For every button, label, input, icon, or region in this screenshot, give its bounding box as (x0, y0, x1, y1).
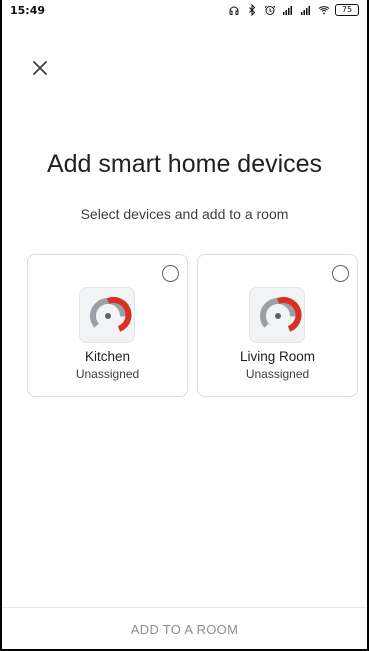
status-icons: 75 (227, 3, 359, 17)
device-card-kitchen[interactable]: Kitchen Unassigned (27, 254, 188, 397)
signal-icon-2 (299, 3, 313, 17)
status-time: 15:49 (10, 4, 46, 17)
device-status: Unassigned (75, 367, 140, 381)
device-status: Unassigned (245, 367, 310, 381)
battery-indicator: 75 (335, 4, 359, 16)
bluetooth-icon (245, 3, 259, 17)
page-title: Add smart home devices (46, 150, 323, 178)
thermostat-icon (250, 288, 304, 342)
device-icon (249, 287, 305, 343)
screen: 15:49 75 Add smart home devices Select d… (0, 0, 369, 651)
alarm-icon (263, 3, 277, 17)
device-icon (79, 287, 135, 343)
close-button[interactable] (28, 56, 52, 80)
close-icon (33, 61, 47, 75)
headphones-icon (227, 3, 241, 17)
select-radio-living-room[interactable] (332, 265, 349, 282)
status-bar: 15:49 75 (2, 0, 367, 24)
page-subtitle: Select devices and add to a room (80, 206, 289, 222)
device-name: Kitchen (84, 349, 131, 364)
wifi-icon (317, 3, 331, 17)
device-name: Living Room (239, 349, 316, 364)
device-list: Kitchen Unassigned Living Room Unassigne… (27, 254, 359, 397)
thermostat-icon (80, 288, 134, 342)
device-card-living-room[interactable]: Living Room Unassigned (197, 254, 358, 397)
signal-icon (281, 3, 295, 17)
add-to-room-button[interactable]: ADD TO A ROOM (2, 608, 367, 649)
select-radio-kitchen[interactable] (162, 265, 179, 282)
